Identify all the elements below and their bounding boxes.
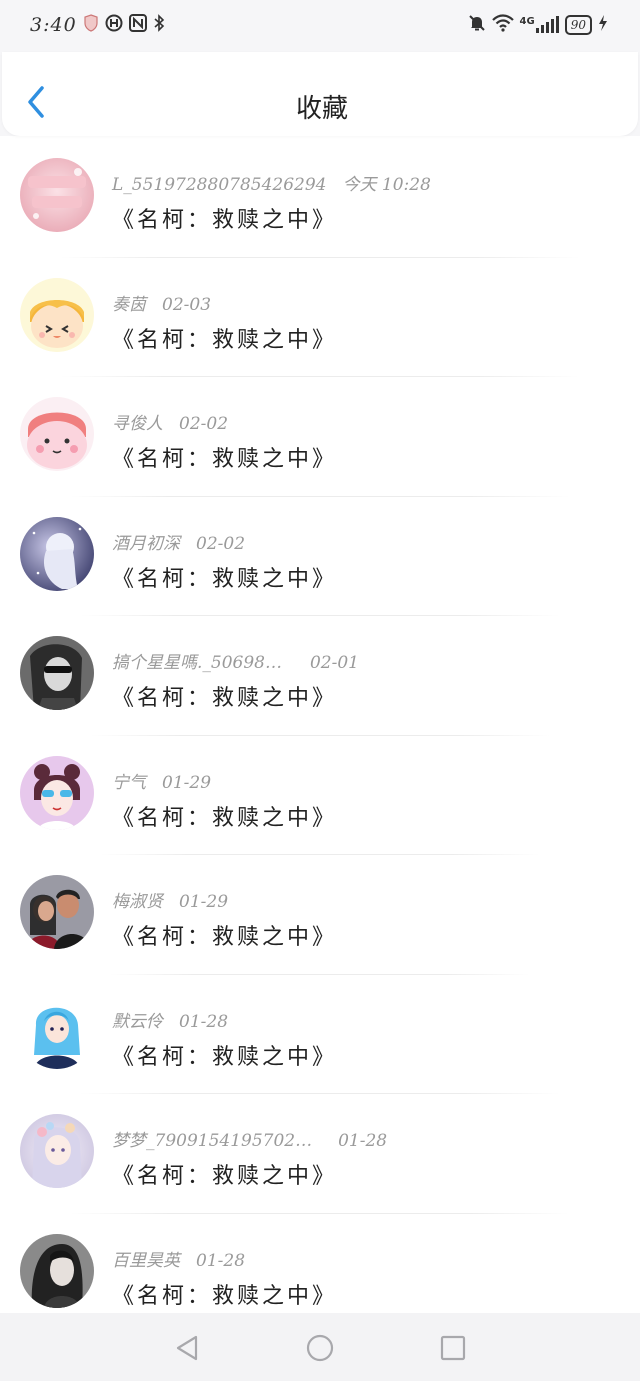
item-meta: 搞个星星嗎._50698… 02-01 (112, 648, 359, 673)
avatar (20, 636, 94, 710)
user-name: L_5519728807854262​94 (112, 175, 327, 195)
item-date: 01-29 (179, 892, 229, 912)
item-date: 今天 10:28 (342, 175, 431, 195)
list-item[interactable]: 宁气 01-29 《名柯：救赎之中》 (0, 736, 640, 855)
nfc-icon (128, 14, 147, 36)
list-item[interactable]: 梦梦_7909154195702… 01-28 《名柯：救赎之中》 (0, 1094, 640, 1214)
bluetooth-icon (153, 14, 165, 36)
avatar (20, 875, 94, 949)
item-meta: 宁气 01-29 (112, 768, 211, 793)
list-item[interactable]: 搞个星星嗎._50698… 02-01 《名柯：救赎之中》 (0, 616, 640, 736)
item-date: 01-28 (338, 1131, 388, 1151)
list-item[interactable]: 酒月初深 02-02 《名柯：救赎之中》 (0, 497, 640, 616)
item-meta: 寻俊人 02-02 (112, 409, 228, 434)
item-date: 02-03 (162, 294, 212, 315)
favorites-list: L_5519728807854262​94 今天 10:28 《名柯：救赎之中》 … (0, 138, 640, 1333)
user-name: 搞个星星嗎._50698… (112, 653, 282, 673)
user-name: 梅淑贤 (112, 892, 163, 912)
back-triangle-icon (176, 1335, 198, 1361)
item-meta: 奏茵 02-03 (112, 290, 211, 315)
avatar (20, 397, 94, 471)
user-name: 百里昊英 (112, 1250, 180, 1271)
item-date: 01-28 (196, 1250, 246, 1271)
favorite-title: 《名柯：救赎之中》 (112, 327, 338, 353)
item-date: 01-29 (162, 772, 212, 793)
item-meta: 梅淑贤 01-29 (112, 887, 228, 912)
item-meta: L_5519728807854262​94 今天 10:28 (112, 170, 431, 195)
nav-back-button[interactable] (172, 1333, 202, 1363)
favorite-title: 《名柯：救赎之中》 (112, 208, 338, 233)
home-circle-icon (306, 1334, 334, 1362)
item-meta: 默云伶 01-28 (112, 1007, 228, 1032)
page-title: 收藏 (295, 94, 348, 124)
header-card: 收藏 (2, 52, 638, 136)
favorite-title: 《名柯：救赎之中》 (112, 566, 338, 592)
user-name: 默云伶 (112, 1011, 163, 1032)
status-right: 4G 90 (468, 14, 608, 36)
favorite-title: 《名柯：救赎之中》 (112, 805, 338, 831)
item-meta: 酒月初深 02-02 (112, 529, 245, 554)
user-name: 酒月初深 (112, 533, 180, 554)
nfc-alt-icon (105, 14, 123, 36)
item-meta: 百里昊英 01-28 (112, 1246, 245, 1271)
list-item[interactable]: L_5519728807854262​94 今天 10:28 《名柯：救赎之中》 (0, 138, 640, 258)
item-date: 01-28 (179, 1011, 229, 1032)
user-name: 寻俊人 (112, 414, 163, 434)
signal-icon: 4G (519, 16, 559, 33)
item-meta: 梦梦_7909154195702… 01-28 (112, 1126, 387, 1151)
status-left: 3:40 (30, 14, 165, 36)
favorite-title: 《名柯：救赎之中》 (112, 1164, 338, 1189)
list-item[interactable]: 寻俊人 02-02 《名柯：救赎之中》 (0, 377, 640, 497)
status-bar: 3:40 4G 90 (0, 0, 640, 52)
avatar (20, 516, 94, 591)
network-type: 4G (519, 16, 535, 27)
avatar (20, 158, 94, 232)
favorite-title: 《名柯：救赎之中》 (112, 1044, 338, 1070)
charging-icon (598, 14, 608, 36)
battery-icon: 90 (564, 15, 592, 35)
avatar (20, 1233, 94, 1308)
avatar (20, 755, 94, 830)
shield-icon (83, 14, 99, 36)
list-item[interactable]: 默云伶 01-28 《名柯：救赎之中》 (0, 975, 640, 1094)
favorite-title: 《名柯：救赎之中》 (112, 925, 338, 950)
nav-recents-button[interactable] (438, 1333, 468, 1363)
status-time: 3:40 (30, 14, 77, 36)
avatar (20, 1114, 94, 1188)
recents-square-icon (440, 1335, 466, 1361)
avatar (20, 994, 94, 1069)
avatar (20, 277, 94, 352)
header: 收藏 (0, 52, 640, 136)
user-name: 梦梦_7909154195702… (112, 1131, 313, 1151)
wifi-icon (491, 14, 514, 36)
nav-home-button[interactable] (305, 1333, 335, 1363)
list-item[interactable]: 奏茵 02-03 《名柯：救赎之中》 (0, 258, 640, 377)
user-name: 奏茵 (112, 294, 146, 315)
favorite-title: 《名柯：救赎之中》 (112, 686, 338, 711)
list-item[interactable]: 梅淑贤 01-29 《名柯：救赎之中》 (0, 855, 640, 975)
item-date: 02-02 (196, 533, 246, 554)
favorite-title: 《名柯：救赎之中》 (112, 1283, 338, 1309)
item-date: 02-02 (179, 414, 229, 434)
user-name: 宁气 (112, 772, 146, 793)
mute-bell-icon (468, 14, 486, 36)
item-date: 02-01 (309, 653, 359, 673)
favorite-title: 《名柯：救赎之中》 (112, 447, 338, 472)
navigation-bar (0, 1313, 640, 1381)
